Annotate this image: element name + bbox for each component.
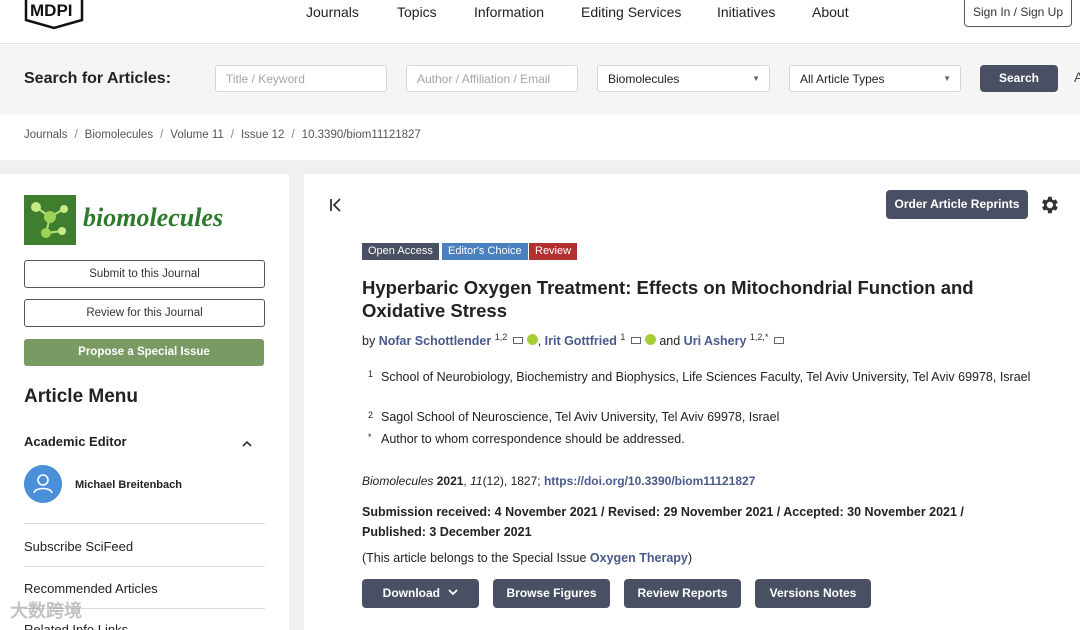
- breadcrumb-volume[interactable]: Volume 11: [170, 129, 224, 141]
- title-keyword-input[interactable]: [215, 65, 387, 92]
- affiliation-text: Sagol School of Neuroscience, Tel Aviv U…: [381, 410, 780, 424]
- sidebar-item-recommended[interactable]: Recommended Articles: [24, 581, 158, 596]
- caret-down-icon: ▼: [752, 74, 760, 83]
- nav-topics[interactable]: Topics: [397, 4, 437, 20]
- orcid-icon[interactable]: [526, 334, 538, 346]
- email-icon[interactable]: [512, 337, 523, 345]
- affiliation-number: 1: [368, 369, 374, 379]
- author-name[interactable]: Nofar Schottlender: [379, 334, 492, 348]
- chevron-down-icon: [448, 589, 458, 596]
- citation-issue-pages: (12), 1827;: [482, 474, 541, 488]
- review-for-journal-button[interactable]: Review for this Journal: [24, 299, 265, 327]
- author-affiliation-sup: 1: [620, 332, 626, 342]
- email-icon[interactable]: [630, 337, 641, 345]
- doi-link[interactable]: https://doi.org/10.3390/biom11121827: [544, 474, 755, 488]
- svg-text:MDPI: MDPI: [30, 1, 73, 20]
- academic-editor-heading[interactable]: Academic Editor: [24, 434, 127, 449]
- author-name[interactable]: Irit Gottfried: [545, 334, 617, 348]
- breadcrumb-issue[interactable]: Issue 12: [241, 129, 284, 141]
- breadcrumb-journal[interactable]: Biomolecules: [85, 129, 153, 141]
- breadcrumb-doi: 10.3390/biom11121827: [301, 129, 421, 141]
- affiliation-text: School of Neurobiology, Biochemistry and…: [381, 370, 1031, 384]
- nav-information[interactable]: Information: [474, 4, 544, 20]
- special-issue-prefix: (This article belongs to the Special Iss…: [362, 551, 590, 565]
- author-affiliation-input[interactable]: [406, 65, 578, 92]
- affiliation-text: Author to whom correspondence should be …: [381, 432, 685, 446]
- review-badge[interactable]: Review: [529, 243, 578, 260]
- email-icon[interactable]: [773, 337, 784, 345]
- caret-down-icon: ▼: [943, 74, 951, 83]
- submit-to-journal-button[interactable]: Submit to this Journal: [24, 260, 265, 288]
- sidebar-divider: [24, 523, 265, 524]
- special-issue-note: (This article belongs to the Special Iss…: [362, 551, 692, 565]
- journal-select[interactable]: Biomolecules ▼: [597, 65, 770, 92]
- affiliation-number: *: [368, 432, 372, 442]
- search-button[interactable]: Search: [980, 65, 1058, 92]
- citation-year: 2021: [436, 474, 464, 488]
- nav-journals[interactable]: Journals: [306, 4, 359, 20]
- open-access-badge[interactable]: Open Access: [362, 243, 439, 260]
- publication-dates: Submission received: 4 November 2021 / R…: [362, 505, 964, 539]
- citation-volume: 11: [470, 474, 483, 488]
- user-avatar-icon[interactable]: [24, 465, 62, 503]
- journal-select-value: Biomolecules: [608, 72, 680, 86]
- sidebar-item-related-links[interactable]: Related Info Links: [24, 622, 128, 630]
- article-title: Hyperbaric Oxygen Treatment: Effects on …: [362, 277, 974, 321]
- citation-journal: Biomolecules: [362, 474, 434, 488]
- author-name[interactable]: Uri Ashery: [684, 334, 747, 348]
- review-reports-button[interactable]: Review Reports: [624, 579, 741, 608]
- author-list: by Nofar Schottlender 1,2 , Irit Gottfri…: [362, 332, 786, 348]
- chevron-up-icon[interactable]: [242, 440, 252, 448]
- propose-special-issue-button[interactable]: Propose a Special Issue: [24, 339, 264, 366]
- gear-icon[interactable]: [1038, 194, 1060, 216]
- editor-name[interactable]: Michael Breitenbach: [75, 479, 182, 491]
- order-reprints-button[interactable]: Order Article Reprints: [886, 190, 1028, 219]
- mdpi-logo[interactable]: MDPI: [22, 0, 86, 30]
- browse-figures-button[interactable]: Browse Figures: [493, 579, 610, 608]
- sidebar-divider: [24, 566, 265, 567]
- article-menu-heading: Article Menu: [24, 386, 139, 407]
- citation: Biomolecules 2021, 11(12), 1827; https:/…: [362, 474, 756, 488]
- by-label: by: [362, 334, 376, 349]
- sign-in-button[interactable]: Sign In / Sign Up: [964, 0, 1072, 27]
- author-affiliation-sup: 1,2,*: [749, 332, 769, 342]
- special-issue-suffix: ): [687, 551, 693, 565]
- search-bar: Search for Articles: Biomolecules ▼ All …: [0, 45, 1080, 115]
- orcid-icon[interactable]: [644, 334, 656, 346]
- column-gutter: [289, 174, 304, 630]
- section-divider: [0, 160, 1080, 174]
- journal-name[interactable]: biomolecules: [83, 203, 223, 233]
- author-affiliation-sup: 1,2: [494, 332, 508, 342]
- nav-about[interactable]: About: [812, 4, 849, 20]
- and-label: and: [659, 334, 681, 349]
- article-type-select[interactable]: All Article Types ▼: [789, 65, 961, 92]
- download-label: Download: [382, 586, 440, 600]
- collapse-sidebar-icon[interactable]: [328, 197, 344, 213]
- versions-notes-button[interactable]: Versions Notes: [755, 579, 871, 608]
- breadcrumb-journals[interactable]: Journals: [24, 129, 67, 141]
- nav-editing-services[interactable]: Editing Services: [581, 4, 681, 20]
- download-button[interactable]: Download: [362, 579, 479, 608]
- article-type-value: All Article Types: [800, 72, 885, 86]
- search-title: Search for Articles:: [24, 70, 172, 87]
- editors-choice-badge[interactable]: Editor's Choice: [442, 243, 528, 260]
- top-navigation: MDPI Journals Topics Information Editing…: [0, 0, 1080, 44]
- nav-initiatives[interactable]: Initiatives: [717, 4, 775, 20]
- advanced-search-link[interactable]: A: [1074, 69, 1080, 85]
- sidebar-item-scifeed[interactable]: Subscribe SciFeed: [24, 539, 133, 554]
- affiliation-number: 2: [368, 410, 374, 420]
- journal-logo-icon[interactable]: [24, 195, 76, 245]
- special-issue-link[interactable]: Oxygen Therapy: [590, 551, 688, 565]
- breadcrumb: Journals / Biomolecules / Volume 11/Issue 12…: [24, 129, 421, 141]
- watermark: 大数跨境: [10, 601, 82, 621]
